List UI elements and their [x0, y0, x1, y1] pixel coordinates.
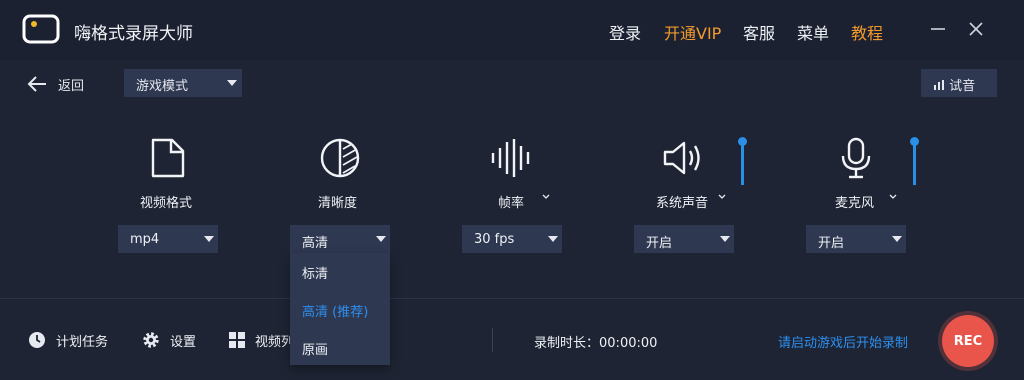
format-select[interactable]: mp4 [118, 225, 218, 253]
footer-separator [492, 328, 493, 352]
microphone-volume-handle[interactable] [910, 137, 919, 146]
waveform-icon [491, 139, 530, 177]
app-logo-icon [22, 14, 60, 44]
microphone-label: 麦克风 [835, 196, 875, 211]
record-time-value: 00:00:00 [599, 336, 658, 351]
back-label: 返回 [58, 78, 85, 94]
quality-option-standard[interactable]: 标清 [302, 263, 328, 282]
system-audio-volume-handle[interactable] [738, 137, 747, 146]
video-list-label: 视频列 [255, 334, 295, 350]
arrow-left-icon [27, 76, 46, 92]
test-audio-button[interactable]: 试音 [921, 69, 997, 97]
caret-down-icon [892, 236, 902, 242]
video-list-button[interactable]: 视频列 [229, 328, 294, 352]
minimize-icon[interactable] [928, 19, 948, 39]
speaker-icon [663, 141, 700, 175]
system-audio-value: 开启 [646, 236, 673, 251]
quality-select[interactable]: 高清 [290, 225, 390, 253]
system-audio-volume-track[interactable] [741, 142, 744, 185]
quality-label: 清晰度 [318, 196, 358, 211]
vip-link[interactable]: 开通VIP [664, 20, 721, 44]
microphone-volume-track[interactable] [913, 142, 916, 185]
service-link[interactable]: 客服 [743, 20, 775, 44]
quality-dropdown-menu: 标清 高清 (推荐) 原画 [290, 253, 390, 365]
caret-down-icon [204, 236, 214, 242]
caret-down-icon [227, 80, 237, 86]
microphone-select[interactable]: 开启 [806, 225, 906, 253]
gear-icon [143, 332, 159, 348]
format-label: 视频格式 [140, 196, 193, 211]
record-time-label: 录制时长： [534, 336, 600, 351]
close-icon[interactable] [966, 19, 986, 39]
login-link[interactable]: 登录 [609, 20, 641, 44]
settings-button[interactable]: 设置 [142, 328, 196, 352]
record-duration: 录制时长：00:00:00 [534, 332, 657, 351]
format-value: mp4 [130, 232, 160, 247]
system-audio-label: 系统声音 [656, 196, 709, 211]
microphone-chevron-down-icon[interactable] [889, 193, 897, 201]
start-game-hint: 请启动游戏后开始录制 [778, 336, 909, 351]
caret-down-icon [548, 236, 558, 242]
fps-select[interactable]: 30 fps [462, 225, 562, 253]
audio-bars-icon [934, 80, 944, 90]
caret-down-icon [720, 236, 730, 242]
back-button[interactable]: 返回 [26, 72, 84, 96]
fps-value: 30 fps [474, 232, 515, 247]
tutorial-link[interactable]: 教程 [851, 20, 883, 44]
file-icon [151, 138, 185, 178]
fps-chevron-down-icon[interactable] [542, 193, 550, 201]
quality-value: 高清 [302, 236, 329, 251]
system-audio-chevron-down-icon[interactable] [718, 193, 726, 201]
quality-option-hd[interactable]: 高清 (推荐) [302, 301, 368, 320]
footer-divider [0, 298, 1024, 299]
microphone-icon [841, 137, 871, 179]
settings-label: 设置 [170, 334, 197, 350]
schedule-label: 计划任务 [56, 334, 109, 350]
microphone-value: 开启 [818, 236, 845, 251]
rec-button[interactable]: REC [942, 315, 994, 367]
caret-down-icon [376, 236, 386, 242]
test-audio-label: 试音 [949, 79, 976, 94]
quality-option-original[interactable]: 原画 [302, 339, 328, 358]
app-title: 嗨格式录屏大师 [74, 24, 193, 44]
menu-link[interactable]: 菜单 [797, 20, 829, 44]
schedule-button[interactable]: 计划任务 [28, 328, 108, 352]
grid-icon [229, 332, 245, 348]
contrast-icon [320, 138, 360, 178]
mode-value: 游戏模式 [136, 79, 189, 94]
mode-select[interactable]: 游戏模式 [124, 69, 242, 97]
clock-icon [29, 332, 45, 348]
fps-label: 帧率 [498, 196, 525, 211]
system-audio-select[interactable]: 开启 [634, 225, 734, 253]
